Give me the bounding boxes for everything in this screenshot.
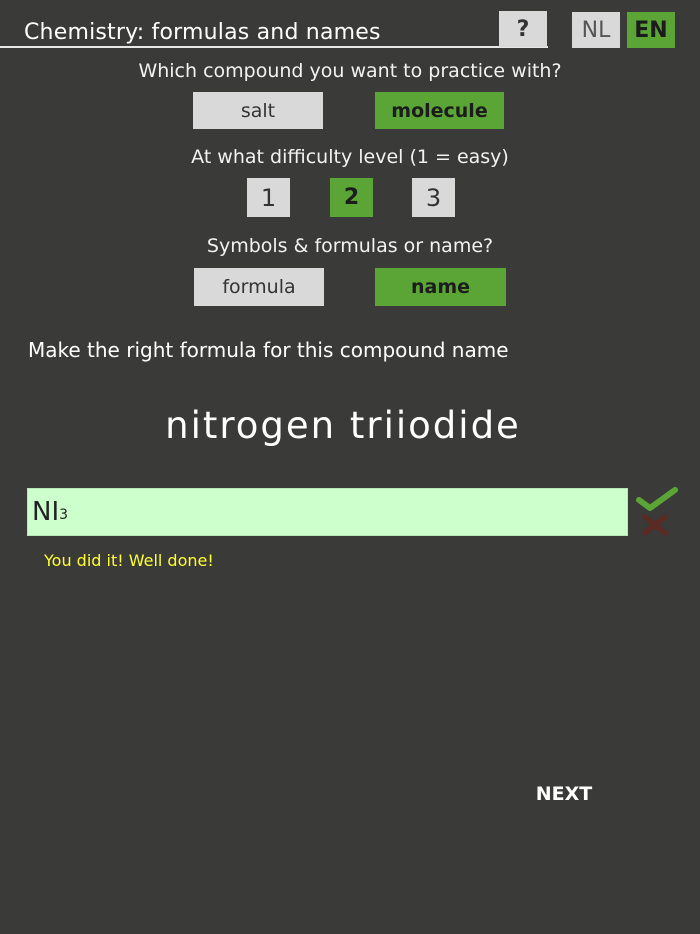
difficulty-1-button[interactable]: 1	[247, 178, 290, 217]
salt-button[interactable]: salt	[193, 92, 323, 129]
cross-icon	[642, 514, 668, 536]
compound-name: nitrogen triiodide	[165, 404, 521, 447]
compound-type-question: Which compound you want to practice with…	[138, 60, 562, 82]
name-button[interactable]: name	[375, 268, 506, 306]
next-button[interactable]: NEXT	[528, 780, 600, 808]
answer-subscript: 3	[59, 507, 69, 523]
exercise-instruction: Make the right formula for this compound…	[28, 338, 509, 362]
answer-input[interactable]: NI 3	[27, 488, 628, 536]
language-nl-button[interactable]: NL	[572, 12, 620, 48]
difficulty-3-button[interactable]: 3	[412, 178, 455, 217]
help-button[interactable]: ?	[499, 11, 547, 47]
feedback-message: You did it! Well done!	[44, 551, 214, 570]
language-en-button[interactable]: EN	[627, 12, 675, 48]
difficulty-question: At what difficulty level (1 = easy)	[191, 146, 509, 168]
mode-question: Symbols & formulas or name?	[206, 235, 494, 257]
answer-text: NI	[32, 497, 60, 527]
title-divider	[0, 46, 548, 48]
molecule-button[interactable]: molecule	[375, 92, 504, 129]
app-title: Chemistry: formulas and names	[24, 20, 381, 45]
formula-button[interactable]: formula	[194, 268, 324, 306]
check-icon	[636, 487, 678, 511]
difficulty-2-button[interactable]: 2	[330, 178, 373, 217]
